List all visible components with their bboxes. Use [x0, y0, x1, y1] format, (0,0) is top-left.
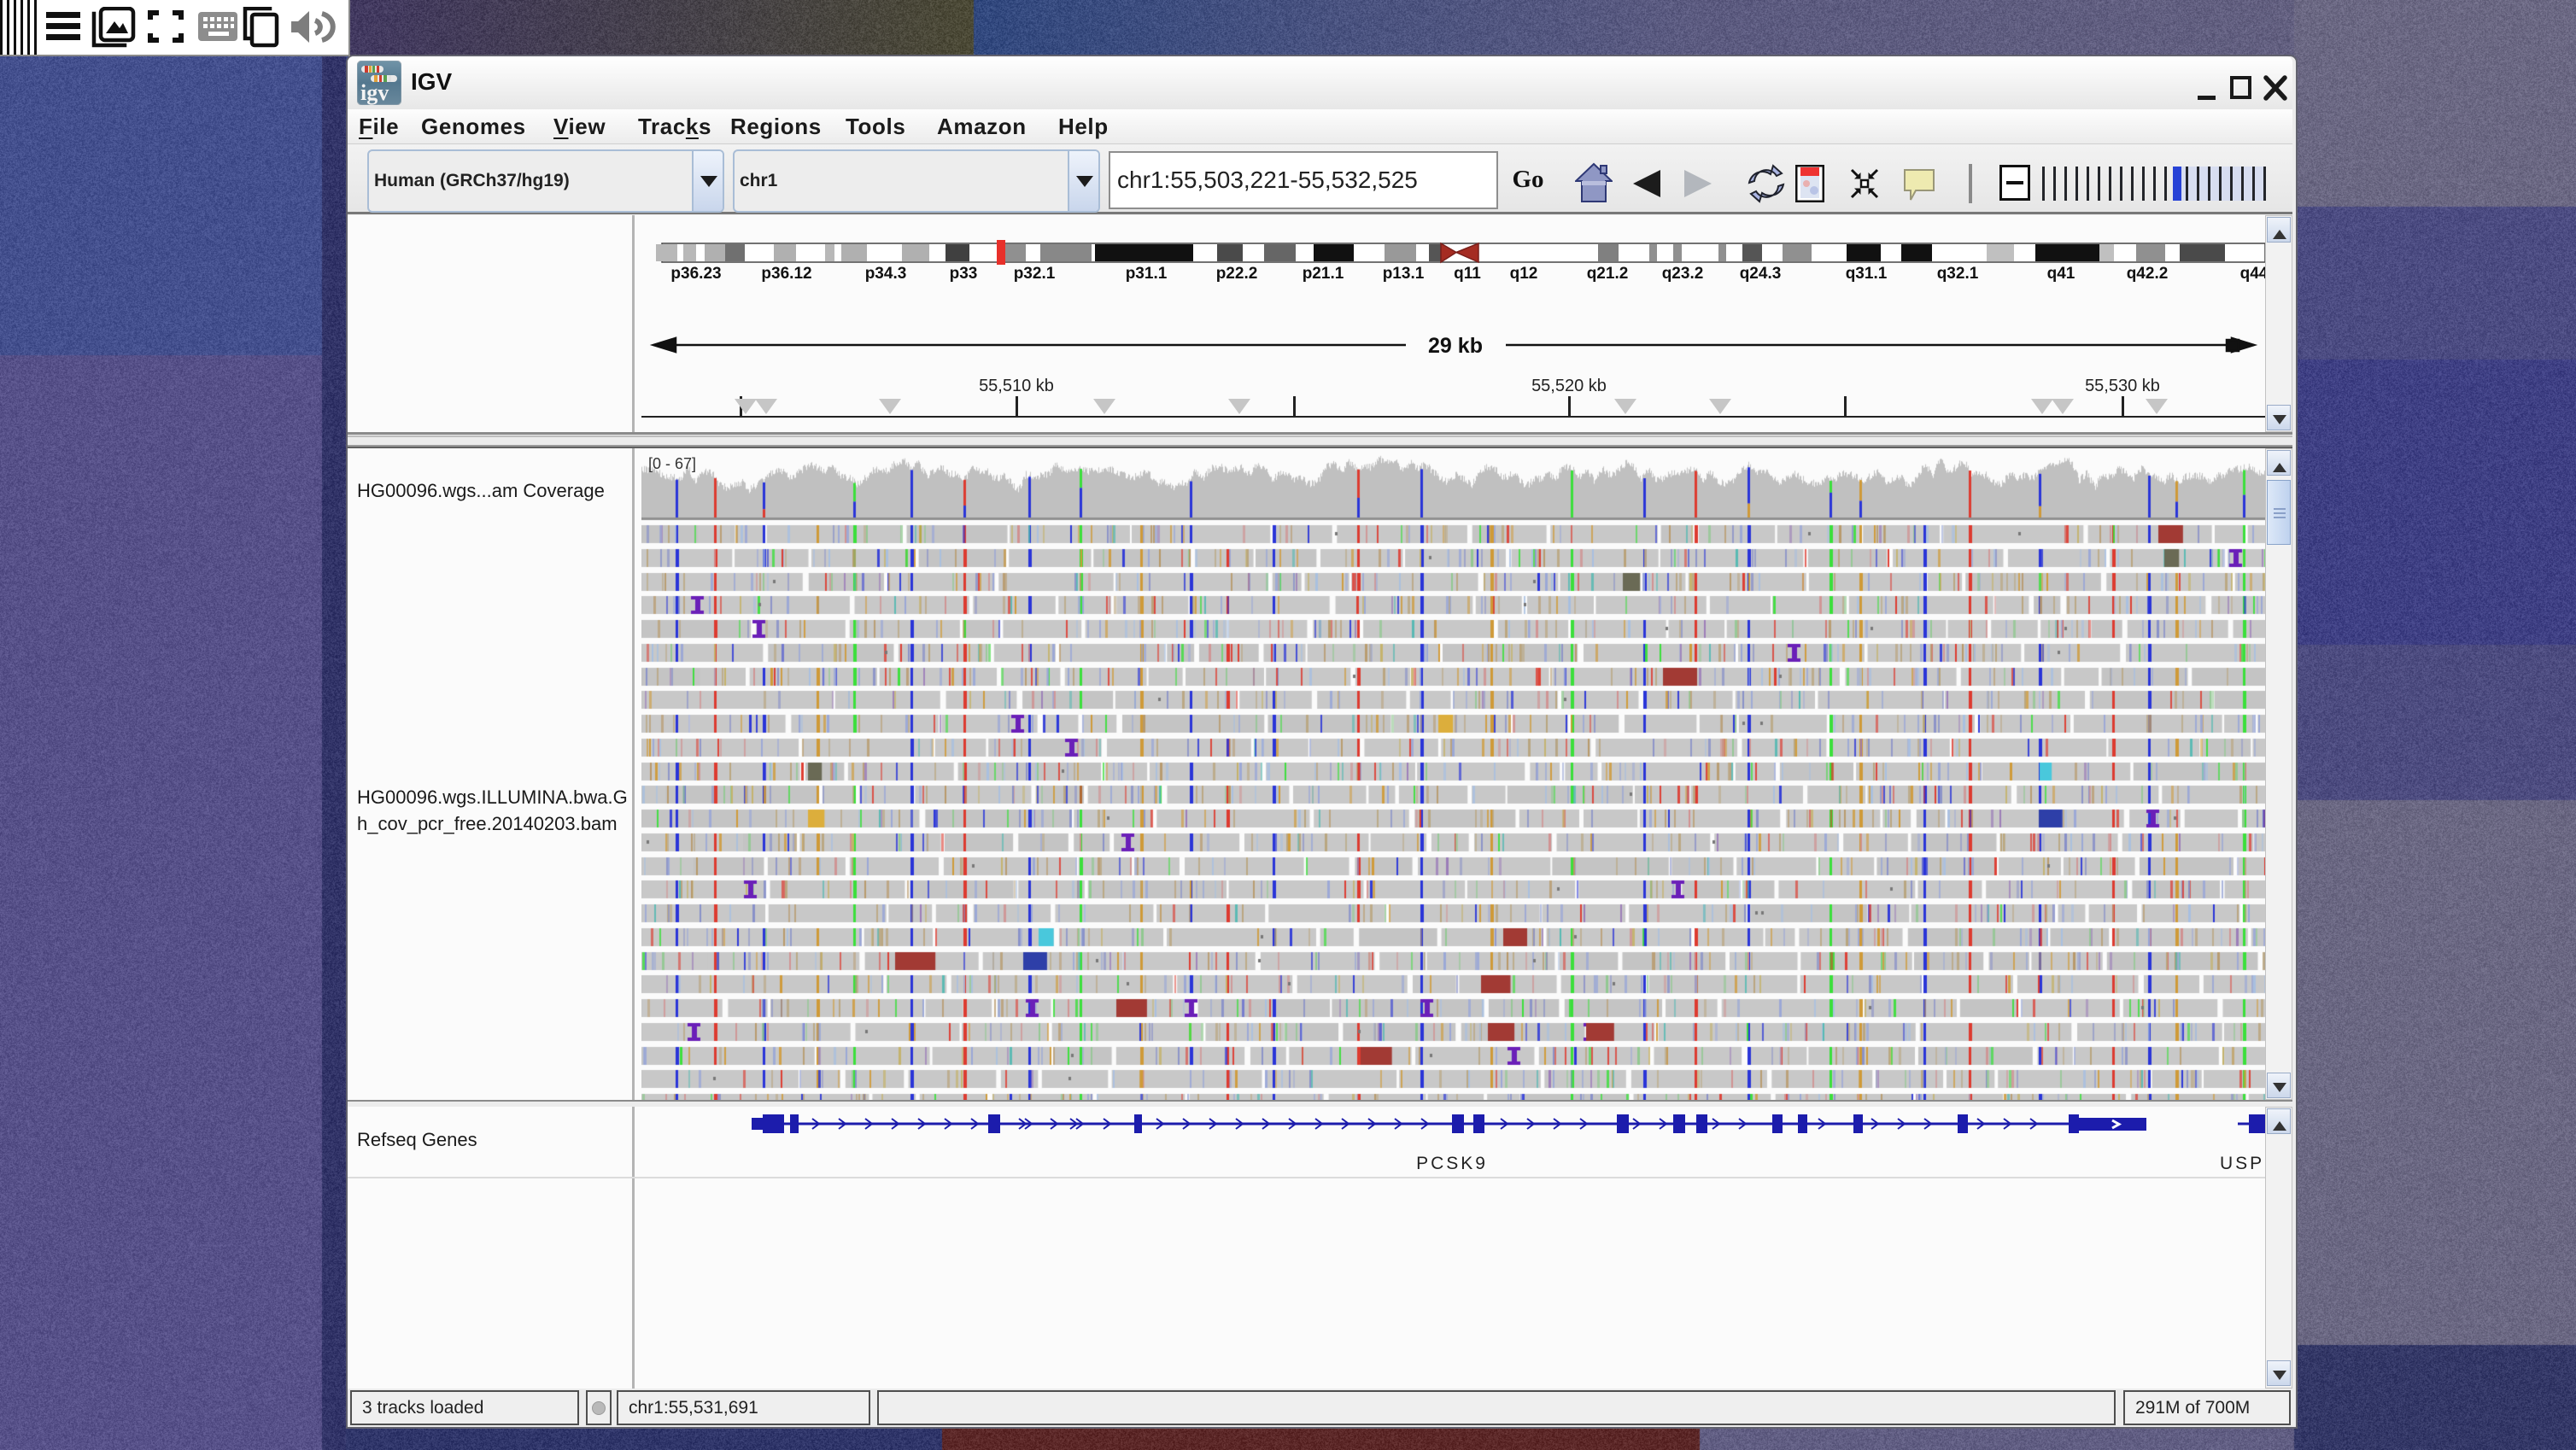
svg-text:55,520 kb: 55,520 kb — [1531, 377, 1607, 395]
svg-text:q21.2: q21.2 — [1587, 265, 1629, 283]
svg-text:p34.3: p34.3 — [865, 265, 907, 283]
svg-text:q23.2: q23.2 — [1662, 265, 1704, 283]
svg-text:q24.3: q24.3 — [1740, 265, 1782, 283]
svg-text:55,510 kb: 55,510 kb — [979, 377, 1054, 395]
svg-text:p31.1: p31.1 — [1126, 265, 1168, 283]
svg-text:igv: igv — [360, 80, 389, 105]
svg-text:q31.1: q31.1 — [1846, 265, 1888, 283]
svg-text:PCSK9: PCSK9 — [1416, 1154, 1488, 1173]
svg-text:p33: p33 — [950, 265, 978, 283]
svg-text:p22.2: p22.2 — [1216, 265, 1258, 283]
svg-text:p36.23: p36.23 — [670, 265, 721, 283]
svg-text:29 kb: 29 kb — [1428, 334, 1483, 358]
svg-text:p32.1: p32.1 — [1014, 265, 1056, 283]
svg-text:q32.1: q32.1 — [1937, 265, 1979, 283]
svg-text:q41: q41 — [2047, 265, 2075, 283]
svg-text:p21.1: p21.1 — [1303, 265, 1344, 283]
svg-text:55,530 kb: 55,530 kb — [2085, 377, 2160, 395]
svg-text:q12: q12 — [1510, 265, 1538, 283]
svg-text:p36.12: p36.12 — [761, 265, 811, 283]
svg-text:q44: q44 — [2240, 265, 2265, 283]
svg-text:q42.2: q42.2 — [2127, 265, 2169, 283]
svg-text:q11: q11 — [1454, 265, 1481, 283]
svg-text:p13.1: p13.1 — [1383, 265, 1425, 283]
svg-text:USP24: USP24 — [2220, 1154, 2265, 1173]
